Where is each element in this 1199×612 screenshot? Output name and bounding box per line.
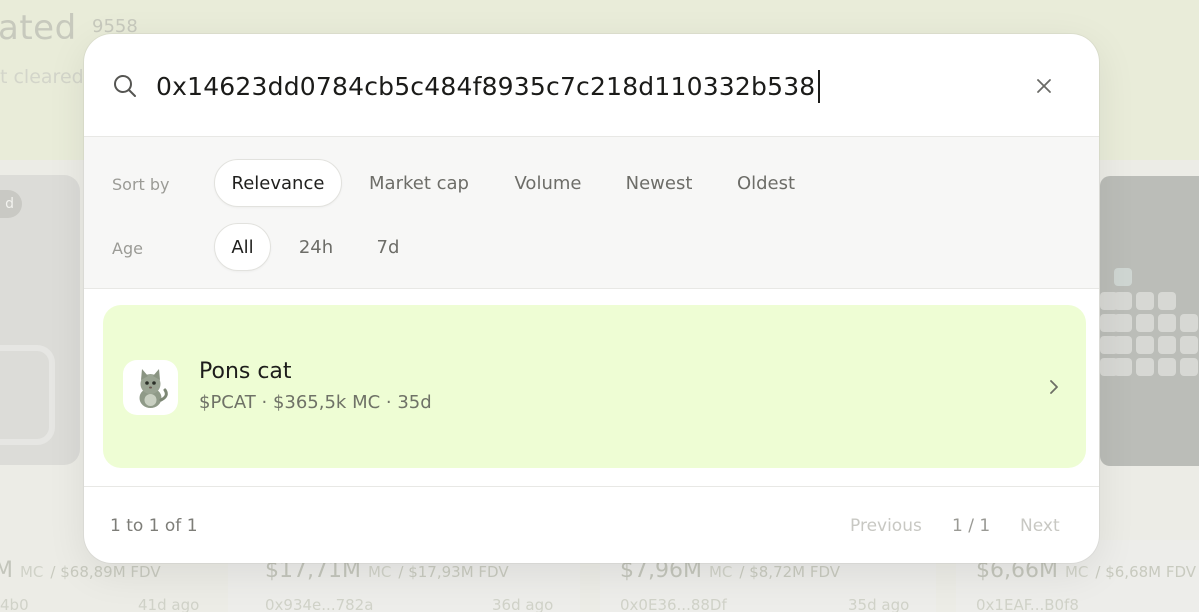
sort-option-market-cap[interactable]: Market cap xyxy=(354,159,484,207)
token-name: Pons cat xyxy=(199,359,292,384)
age-option-24h[interactable]: 24h xyxy=(284,223,348,271)
next-page-button[interactable]: Next xyxy=(1020,516,1060,536)
sort-by-label: Sort by xyxy=(112,175,170,194)
filter-panel: Sort by Relevance Market cap Volume Newe… xyxy=(84,137,1099,289)
results-range: 1 to 1 of 1 xyxy=(110,516,198,536)
text-cursor xyxy=(818,70,820,103)
sort-option-relevance[interactable]: Relevance xyxy=(214,159,342,207)
background-card-age: 41d ago xyxy=(138,596,200,612)
search-result-item[interactable]: Pons cat $PCAT · $365,5k MC · 35d xyxy=(103,305,1086,468)
token-meta: $PCAT · $365,5k MC · 35d xyxy=(199,392,432,413)
background-subtitle: t cleared xyxy=(0,66,84,88)
search-icon xyxy=(112,73,138,99)
token-avatar xyxy=(123,360,178,415)
age-label: Age xyxy=(112,239,143,258)
sort-option-newest[interactable]: Newest xyxy=(610,159,708,207)
background-card-address: 0x0E36...88Df xyxy=(620,596,727,612)
pagination-footer: 1 to 1 of 1 Previous 1 / 1 Next xyxy=(84,486,1099,563)
search-input[interactable] xyxy=(156,64,1036,108)
background-glass-shape xyxy=(0,345,55,445)
background-card-address: 0x1EAF...B0f8 xyxy=(976,596,1079,612)
age-option-7d[interactable]: 7d xyxy=(360,223,416,271)
background-card-address: 4b0 xyxy=(0,596,29,612)
search-bar xyxy=(84,34,1099,137)
background-title: ated xyxy=(0,8,77,48)
close-button[interactable] xyxy=(1032,74,1056,98)
search-modal: Sort by Relevance Market cap Volume Newe… xyxy=(84,34,1099,563)
age-option-all[interactable]: All xyxy=(214,223,271,271)
previous-page-button[interactable]: Previous xyxy=(850,516,922,536)
cat-token-icon xyxy=(139,369,168,408)
sort-option-volume[interactable]: Volume xyxy=(500,159,596,207)
background-card-age: 36d ago xyxy=(492,596,554,612)
chevron-right-icon xyxy=(1044,377,1064,397)
background-card-image-right xyxy=(1100,176,1199,466)
sort-option-oldest[interactable]: Oldest xyxy=(722,159,810,207)
close-icon xyxy=(1037,79,1051,93)
background-card-age: 35d ago xyxy=(848,596,910,612)
page-indicator: 1 / 1 xyxy=(952,516,991,536)
background-card-address: 0x934e...782a xyxy=(265,596,374,612)
